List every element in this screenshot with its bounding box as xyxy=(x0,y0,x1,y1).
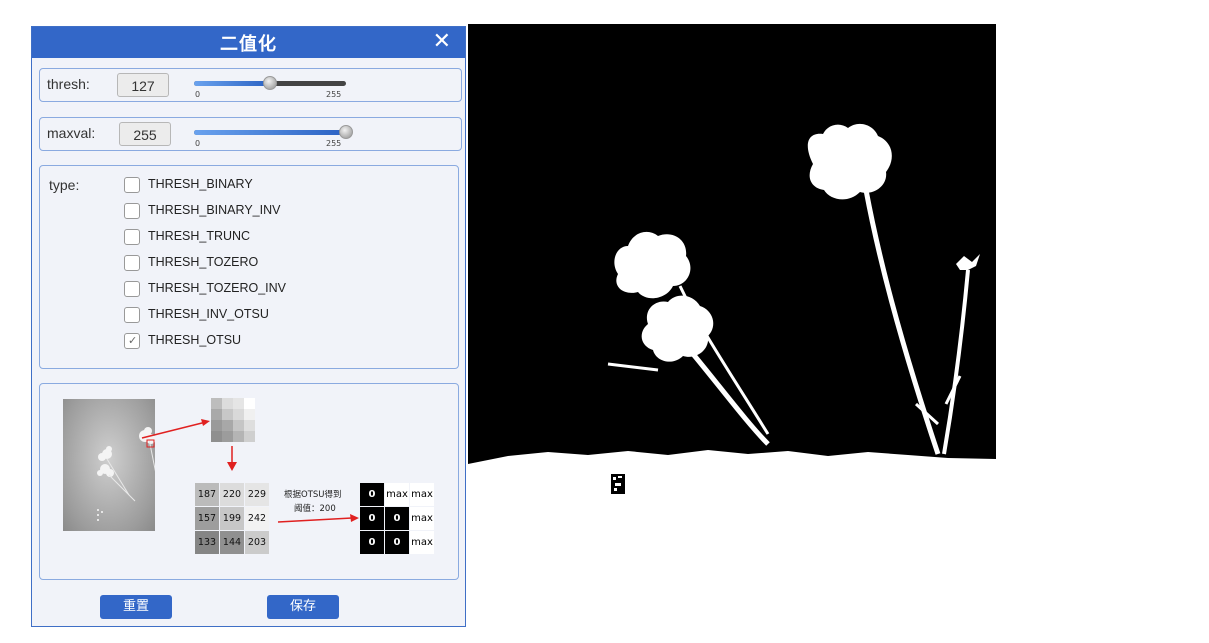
checkbox[interactable] xyxy=(124,203,140,219)
gray-cell: 187 xyxy=(195,483,219,506)
maxval-max-tick: 255 xyxy=(326,139,342,148)
binary-cell: max xyxy=(410,507,434,530)
gray-cell: 144 xyxy=(220,531,244,554)
binary-cell: 0 xyxy=(360,507,384,530)
thresh-max-tick: 255 xyxy=(326,90,342,99)
gray-cell: 220 xyxy=(220,483,244,506)
option-label: THRESH_OTSU xyxy=(148,333,242,347)
thresh-slider-handle[interactable] xyxy=(262,76,277,90)
thresh-value-field[interactable]: 127 xyxy=(117,73,169,97)
binary-cell: max xyxy=(410,531,434,554)
option-label: THRESH_BINARY xyxy=(148,177,253,191)
gray-cell: 203 xyxy=(245,531,269,554)
arrow-down-to-grid xyxy=(227,446,237,471)
gray-cell: 133 xyxy=(195,531,219,554)
gray-cell: 229 xyxy=(245,483,269,506)
gray-cell: 157 xyxy=(195,507,219,530)
thresh-slider-fill xyxy=(194,81,270,86)
threshold-dialog: 二值化 ✕ thresh: 127 0 255 maxval: 255 0 25… xyxy=(31,26,466,627)
binarized-image xyxy=(468,24,996,469)
maxval-slider-fill xyxy=(194,130,346,135)
type-group: type: THRESH_BINARY THRESH_BINARY_INV TH… xyxy=(39,165,459,369)
maxval-slider-track[interactable] xyxy=(194,130,346,135)
thresh-label: thresh: xyxy=(47,76,90,92)
gray-cell: 242 xyxy=(245,507,269,530)
checkbox[interactable] xyxy=(124,229,140,245)
maxval-slider-handle[interactable] xyxy=(339,125,353,139)
option-label: THRESH_INV_OTSU xyxy=(148,307,269,321)
maxval-value-field[interactable]: 255 xyxy=(119,122,171,146)
binarized-flowers xyxy=(468,123,996,469)
maxval-min-tick: 0 xyxy=(195,139,201,148)
binary-cell: 0 xyxy=(360,483,384,506)
reset-button[interactable]: 重置 xyxy=(100,595,172,619)
dialog-title: 二值化 xyxy=(220,34,277,55)
type-label: type: xyxy=(49,177,80,193)
gray-cell: 199 xyxy=(220,507,244,530)
binarized-seal xyxy=(611,474,625,494)
save-button[interactable]: 保存 xyxy=(267,595,339,619)
illustration-panel: 187 220 229 157 199 242 133 144 203 根据OT… xyxy=(39,383,459,580)
arrow-to-binary-grid xyxy=(277,514,359,523)
close-icon[interactable]: ✕ xyxy=(433,29,451,54)
option-label: THRESH_BINARY_INV xyxy=(148,203,281,217)
checkbox[interactable]: ✓ xyxy=(124,333,140,349)
otsu-note-line1: 根据OTSU得到 xyxy=(284,490,342,500)
binary-cell: max xyxy=(385,483,409,506)
checkbox[interactable] xyxy=(124,281,140,297)
checkbox[interactable] xyxy=(124,255,140,271)
dialog-title-bar: 二值化 ✕ xyxy=(32,27,465,58)
checkbox[interactable] xyxy=(124,307,140,323)
binary-cell: 0 xyxy=(385,531,409,554)
binary-cell: 0 xyxy=(360,531,384,554)
option-label: THRESH_TOZERO xyxy=(148,255,259,269)
arrow-to-mosaic xyxy=(141,419,210,439)
checkbox[interactable] xyxy=(124,177,140,193)
thresh-group: thresh: 127 0 255 xyxy=(39,68,462,102)
thresh-min-tick: 0 xyxy=(195,90,201,99)
option-label: THRESH_TRUNC xyxy=(148,229,251,243)
option-label: THRESH_TOZERO_INV xyxy=(148,281,286,295)
binary-cell: max xyxy=(410,483,434,506)
maxval-group: maxval: 255 0 255 xyxy=(39,117,462,151)
maxval-label: maxval: xyxy=(47,125,96,141)
checkmark-icon: ✓ xyxy=(128,334,138,347)
binary-cell: 0 xyxy=(385,507,409,530)
